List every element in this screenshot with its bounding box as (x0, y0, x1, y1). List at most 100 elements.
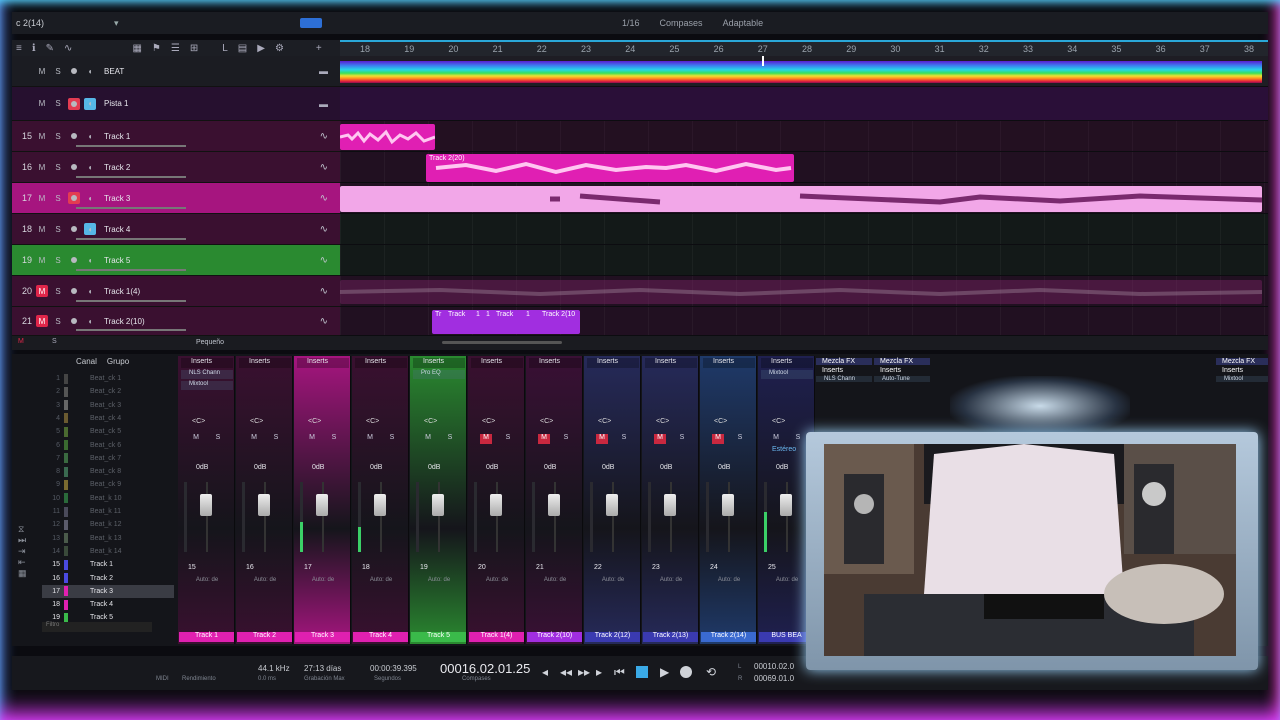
channel-name[interactable]: Track 5 (411, 632, 466, 642)
mute-toggle[interactable]: M (18, 338, 24, 345)
mute-button[interactable]: M (364, 434, 376, 444)
record-arm-button[interactable] (68, 192, 80, 204)
mute-button[interactable]: M (596, 434, 608, 444)
insert-plugin[interactable]: Pro EQ (413, 370, 465, 379)
monitor-button[interactable]: ◖ (84, 161, 96, 173)
monitor-button[interactable]: ◖ (84, 285, 96, 297)
channel-name[interactable]: Track 2(13) (643, 632, 698, 642)
waveform-icon[interactable]: ∿ (320, 316, 328, 327)
channel-list-item[interactable]: 15 Track 1 (42, 558, 174, 571)
tool-icon[interactable]: ✎ (46, 43, 54, 54)
mute-button[interactable]: M (36, 130, 48, 142)
volume-fader[interactable] (316, 494, 328, 516)
volume-readout[interactable]: 0dB (254, 464, 266, 471)
pan-knob[interactable]: <C> (714, 418, 727, 425)
track-header[interactable]: 17 M S ◖ Track 3 ∿ (12, 183, 340, 214)
volume-readout[interactable]: 0dB (428, 464, 440, 471)
folder-icon[interactable]: ▬ (319, 99, 328, 109)
track-name[interactable]: Track 2 (104, 163, 130, 172)
volume-slider[interactable] (76, 145, 186, 147)
channel-list-item[interactable]: 17 Track 3 (42, 584, 174, 598)
track-name[interactable]: Track 5 (104, 256, 130, 265)
volume-fader[interactable] (490, 494, 502, 516)
track-size-label[interactable]: Pequeño (196, 339, 224, 346)
volume-fader[interactable] (664, 494, 676, 516)
flag-icon[interactable]: ⚑ (152, 43, 161, 54)
insert-plugin[interactable]: NLS Chann (816, 376, 872, 382)
channel-list-item[interactable]: 11 Beat_k 11 (42, 505, 174, 518)
gear-icon[interactable]: ⚙ (275, 43, 284, 54)
snap-mode-value[interactable]: Adaptable (723, 18, 764, 28)
volume-fader[interactable] (432, 494, 444, 516)
monitor-button[interactable]: ◖ (84, 130, 96, 142)
record-button[interactable] (680, 666, 692, 678)
play-icon[interactable]: ▶ (257, 43, 265, 54)
solo-button[interactable]: S (52, 192, 64, 204)
end-icon[interactable]: ▸ (596, 665, 602, 679)
menu-icon[interactable]: ≡ (16, 43, 22, 54)
pan-knob[interactable]: <C> (598, 418, 611, 425)
filter-input[interactable]: Filtro (42, 622, 152, 632)
fx-label[interactable]: Mezcla FX (1216, 358, 1268, 365)
beat-clip[interactable] (340, 61, 1262, 83)
chevron-down-icon[interactable]: ▾ (114, 18, 119, 29)
track-header[interactable]: 21 M S ◖ Track 2(10) ∿ (12, 307, 340, 336)
solo-button[interactable]: S (270, 434, 282, 444)
monitor-button[interactable]: ◖ (84, 65, 96, 77)
track-header[interactable]: 16 M S ◖ Track 2 ∿ (12, 152, 340, 183)
channel-list-item[interactable]: 14 Beat_k 14 (42, 545, 174, 558)
volume-slider[interactable] (76, 300, 186, 302)
volume-readout[interactable]: 0dB (312, 464, 324, 471)
solo-button[interactable]: S (502, 434, 514, 444)
channel-list-item[interactable]: 8 Beat_ck 8 (42, 465, 174, 478)
solo-toggle[interactable]: S (52, 338, 57, 345)
automation-icon[interactable]: ∿ (64, 43, 72, 54)
insert-plugin[interactable]: Mixtool (761, 370, 813, 379)
inserts-header[interactable]: Inserts (703, 358, 755, 368)
channel-name[interactable]: Track 2 (237, 632, 292, 642)
channel-list-item[interactable]: 9 Beat_ck 9 (42, 478, 174, 491)
solo-button[interactable]: S (212, 434, 224, 444)
clip-track-2[interactable]: Track 2(20) (426, 154, 794, 182)
track-header[interactable]: 15 M S ◖ Track 1 ∿ (12, 121, 340, 152)
solo-button[interactable]: S (52, 285, 64, 297)
automation-mode[interactable]: Auto: de (530, 577, 580, 583)
pan-knob[interactable]: <C> (308, 418, 321, 425)
monitor-button[interactable]: ◖ (84, 254, 96, 266)
volume-fader[interactable] (606, 494, 618, 516)
mute-button[interactable]: M (36, 223, 48, 235)
solo-button[interactable]: S (52, 98, 64, 110)
loop-icon[interactable]: ⟲ (706, 665, 716, 679)
record-arm-button[interactable] (68, 130, 80, 142)
add-track-icon[interactable]: + (316, 43, 322, 54)
info-icon[interactable]: ℹ (32, 43, 36, 54)
record-arm-button[interactable] (68, 97, 80, 110)
pan-knob[interactable]: <C> (250, 418, 263, 425)
automation-mode[interactable]: Auto: de (298, 577, 348, 583)
volume-fader[interactable] (722, 494, 734, 516)
track-header[interactable]: M S ◖ BEAT ▬ (12, 56, 340, 87)
inserts-header[interactable]: Inserts (587, 358, 639, 368)
automation-mode[interactable]: Auto: de (414, 577, 464, 583)
performance-label[interactable]: Rendimiento (182, 676, 216, 682)
waveform-icon[interactable]: ∿ (320, 131, 328, 142)
inserts-header[interactable]: Inserts (1216, 367, 1268, 374)
pan-knob[interactable]: <C> (772, 418, 785, 425)
volume-readout[interactable]: 0dB (718, 464, 730, 471)
mute-button[interactable]: M (36, 161, 48, 173)
automation-mode[interactable]: Auto: de (182, 577, 232, 583)
track-name[interactable]: Track 1 (104, 132, 130, 141)
channel-list-item[interactable]: 12 Beat_k 12 (42, 518, 174, 531)
insert-plugin[interactable]: Mixtool (181, 381, 233, 390)
automation-mode[interactable]: Auto: de (704, 577, 754, 583)
monitor-button[interactable]: ◖ (84, 223, 96, 235)
insert-plugin[interactable]: Auto-Tune (874, 376, 930, 382)
mute-button[interactable]: M (36, 98, 48, 110)
mute-button[interactable]: M (36, 315, 48, 327)
solo-button[interactable]: S (52, 65, 64, 77)
waveform-icon[interactable]: ∿ (320, 162, 328, 173)
pan-knob[interactable]: <C> (540, 418, 553, 425)
channel-list-item[interactable]: 2 Beat_ck 2 (42, 385, 174, 398)
solo-button[interactable]: S (52, 161, 64, 173)
track-name[interactable]: Track 4 (104, 225, 130, 234)
